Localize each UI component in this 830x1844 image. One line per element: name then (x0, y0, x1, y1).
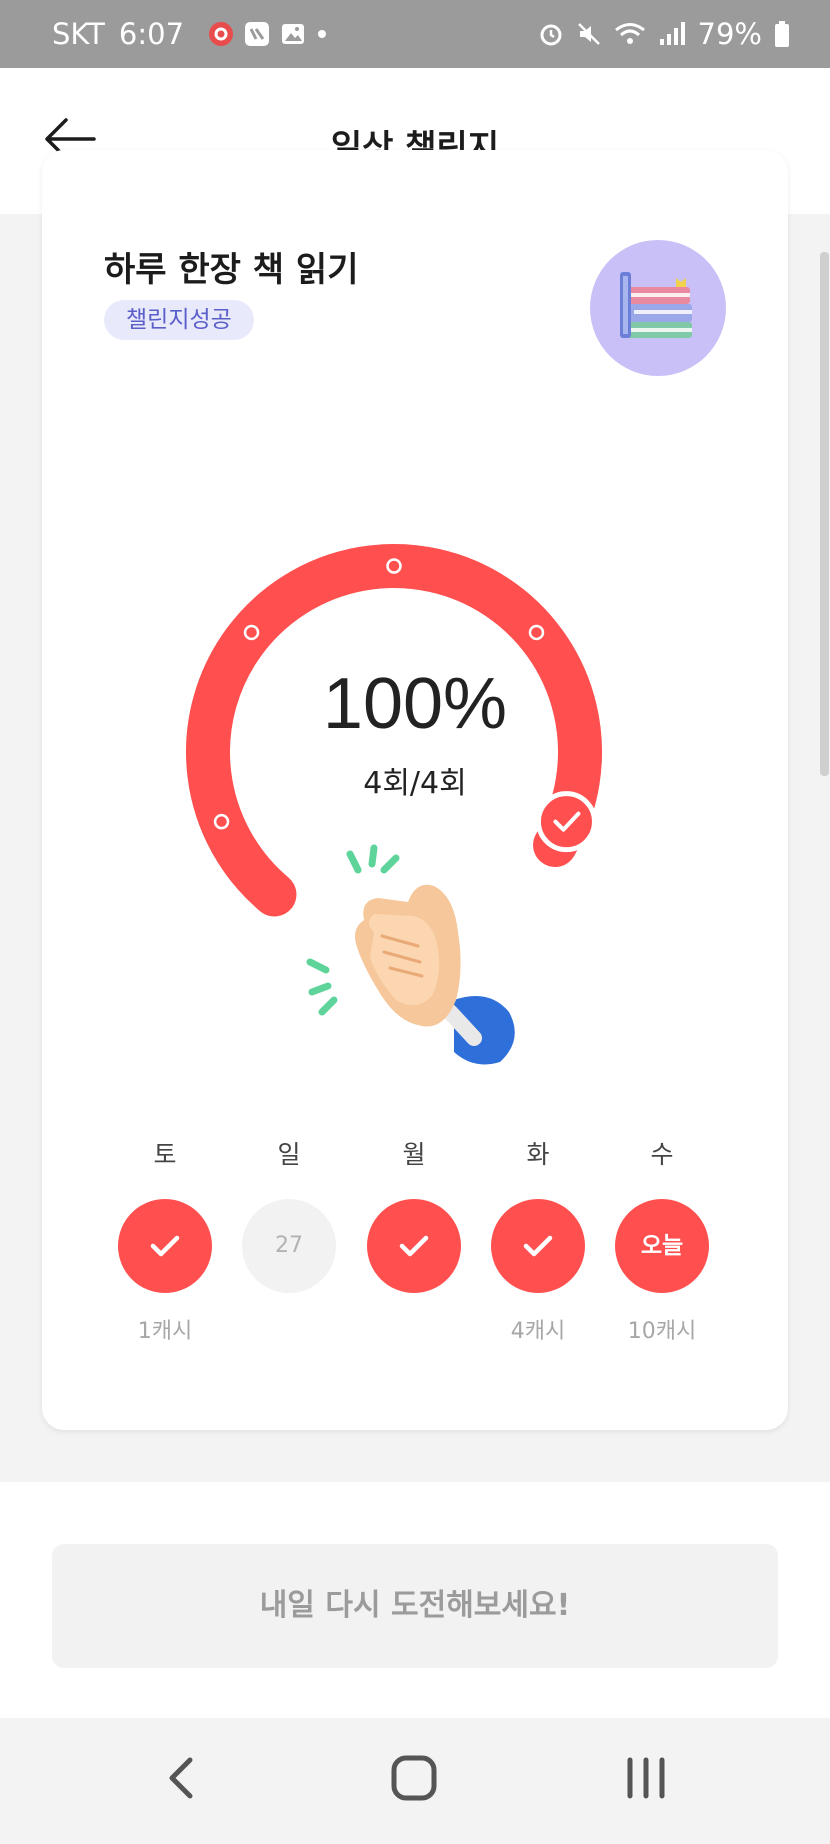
day-reward: 1캐시 (137, 1319, 193, 1344)
day-reward (367, 1313, 461, 1349)
gallery-notification-icon (282, 24, 305, 44)
day-column: 수오늘 10캐시 (615, 1135, 709, 1349)
nav-home-button[interactable] (378, 1748, 448, 1808)
day-label: 화 (526, 1140, 550, 1169)
status-badge: 챌린지성공 (104, 300, 254, 340)
mute-icon (577, 23, 600, 45)
day-label: 수 (650, 1140, 674, 1169)
gauge-milestone-marker (386, 558, 402, 574)
book-avatar (590, 240, 726, 376)
alarm-icon (540, 24, 562, 46)
gauge-milestone-marker (213, 813, 230, 830)
day-column: 월 (367, 1135, 461, 1349)
check-icon (150, 1235, 180, 1257)
battery-icon (775, 21, 789, 47)
day-label: 일 (277, 1140, 301, 1169)
retry-tomorrow-button[interactable]: 내일 다시 도전해보세요! (52, 1544, 778, 1668)
signal-icon (659, 22, 685, 45)
day-reward (242, 1313, 336, 1349)
weekly-progress: 토 1캐시 일 27 월 화 4캐시 수오늘 10캐시 (118, 1135, 738, 1345)
more-notifications-dot-icon (318, 30, 327, 38)
wifi-icon (614, 23, 645, 44)
clapping-hands-icon (306, 844, 515, 1065)
battery-percent: 79% (697, 17, 762, 51)
naver-notification-icon (245, 22, 270, 46)
day-reward: 10캐시 (627, 1319, 697, 1344)
check-icon (399, 1235, 429, 1257)
clock-time: 6:07 (118, 17, 185, 51)
gauge-milestone-marker (528, 624, 545, 641)
day-reward: 4캐시 (510, 1319, 566, 1344)
scrollbar[interactable] (820, 252, 829, 776)
day-status-circle[interactable]: 27 (242, 1199, 336, 1293)
day-column: 화 4캐시 (491, 1135, 585, 1349)
chevron-left-icon (169, 1757, 193, 1799)
progress-count: 4회/4회 (363, 766, 467, 801)
bottom-action-panel: 내일 다시 도전해보세요! (0, 1482, 830, 1718)
day-status-circle[interactable]: 오늘 (615, 1199, 709, 1293)
status-bar: SKT 6:07 79% (0, 0, 830, 68)
day-status-circle[interactable] (491, 1199, 585, 1293)
day-column: 일 27 (242, 1135, 336, 1349)
today-label: 오늘 (640, 1233, 684, 1259)
progress-percent: 100% (322, 664, 508, 744)
gauge-milestone-marker (243, 624, 260, 641)
nav-back-button[interactable] (146, 1748, 216, 1808)
day-label: 토 (153, 1140, 177, 1169)
nav-recents-button[interactable] (612, 1748, 682, 1808)
challenge-card: 하루 한장 책 읽기 챌린지성공 100% 4회/4회 토 1캐시 일 27 월 화 4캐시… (42, 150, 788, 1430)
day-date: 27 (275, 1233, 303, 1258)
system-nav-bar (0, 1718, 830, 1844)
carrier-label: SKT (52, 17, 105, 51)
day-status-circle[interactable] (118, 1199, 212, 1293)
app-notification-icon (209, 22, 234, 46)
day-status-circle[interactable] (367, 1199, 461, 1293)
home-square-icon (391, 1755, 437, 1801)
day-label: 월 (402, 1140, 426, 1169)
challenge-title: 하루 한장 책 읽기 (104, 250, 359, 290)
books-icon (620, 272, 692, 338)
day-column: 토 1캐시 (118, 1135, 212, 1349)
check-icon (523, 1235, 553, 1257)
recents-icon (627, 1757, 665, 1799)
